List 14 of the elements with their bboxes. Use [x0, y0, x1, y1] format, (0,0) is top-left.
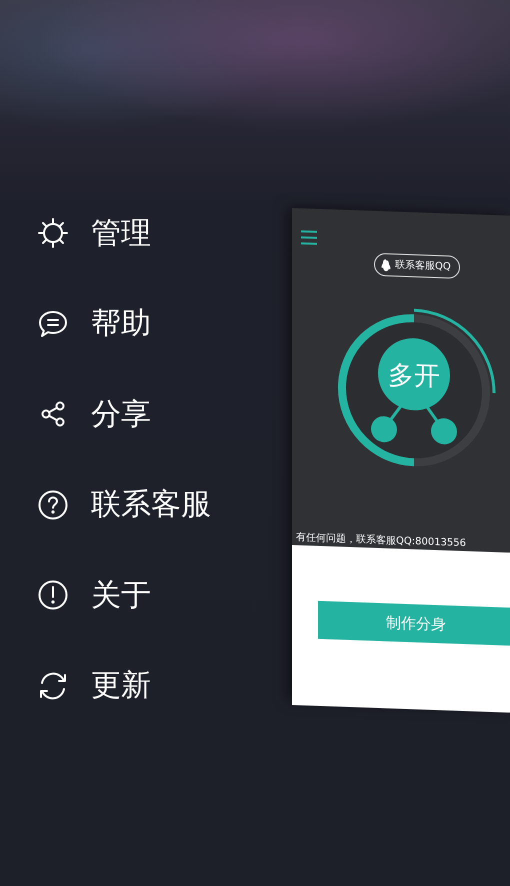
- help-icon: [37, 488, 69, 521]
- info-icon: [37, 579, 69, 612]
- penguin-icon: [381, 258, 391, 271]
- menu-item[interactable]: 更新: [37, 640, 292, 731]
- menu-item[interactable]: 联系客服: [37, 460, 292, 550]
- menu-item[interactable]: 关于: [37, 550, 292, 640]
- notice-text: 有任何问题，联系客服QQ:80013556: [295, 531, 468, 552]
- logo-label: 多开: [388, 360, 440, 392]
- settings-icon: [37, 217, 69, 250]
- menu-item[interactable]: 分享: [37, 369, 292, 460]
- refresh-icon: [37, 670, 69, 702]
- contact-qq-button[interactable]: 联系客服QQ: [374, 252, 460, 279]
- menu-item[interactable]: 帮助: [37, 278, 292, 369]
- menu-item[interactable]: 管理: [37, 188, 292, 278]
